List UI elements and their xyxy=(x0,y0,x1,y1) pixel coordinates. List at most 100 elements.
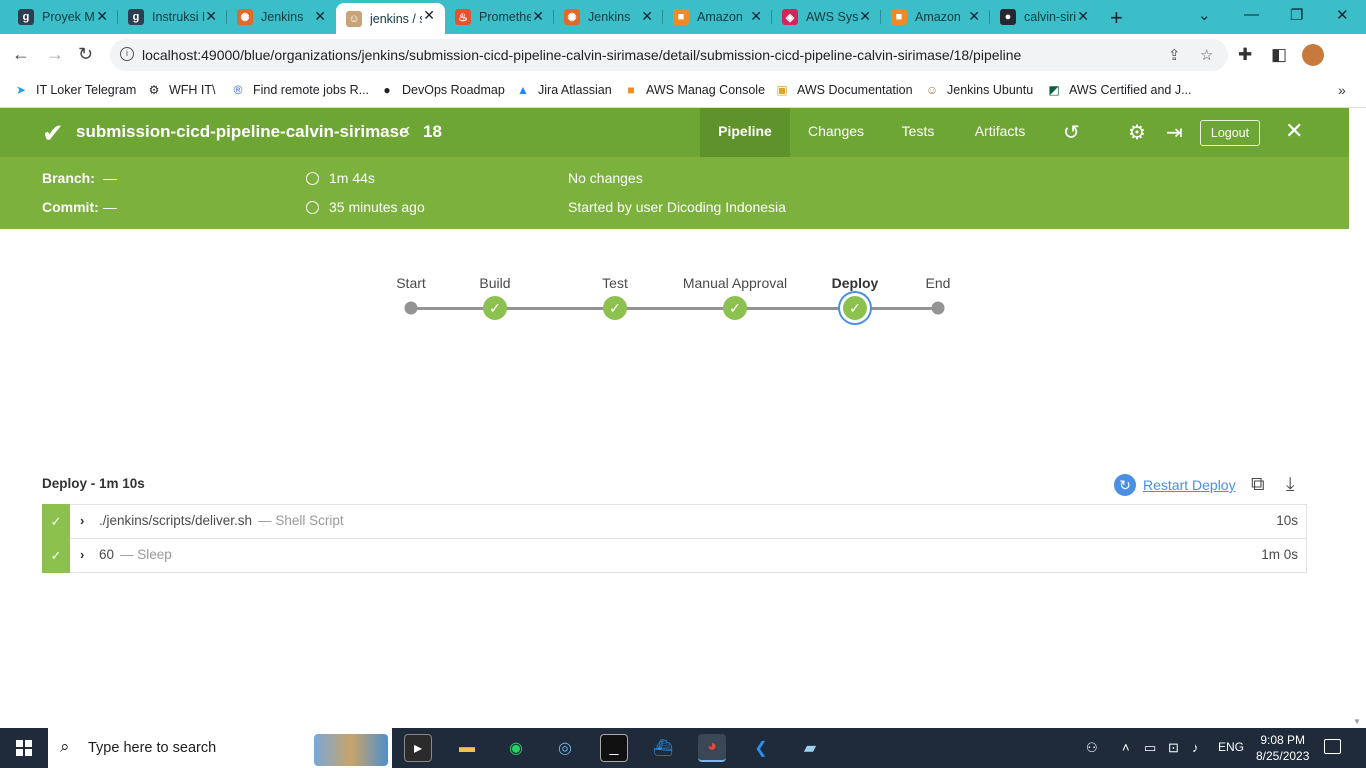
bookmark-label: Find remote jobs R... xyxy=(253,83,370,97)
notification-icon[interactable] xyxy=(1324,739,1341,754)
browser-tab[interactable]: g Instruksi Proyek ✕ xyxy=(118,4,227,30)
tab-pipeline[interactable]: Pipeline xyxy=(700,108,790,157)
bookmark-item[interactable]: ☺ Jenkins Ubuntu xyxy=(925,83,1033,97)
stage-node-manual-approval[interactable]: ✓ xyxy=(723,296,747,320)
bookmark-item[interactable]: ▣ AWS Documentation xyxy=(775,83,912,97)
stage-label-deploy[interactable]: Deploy xyxy=(832,275,879,291)
stage-label-manual-approval[interactable]: Manual Approval xyxy=(683,275,787,291)
browser-tab-active[interactable]: ☺ jenkins / submission ✕ xyxy=(336,3,445,34)
bookmark-item[interactable]: ■ AWS Manag Console xyxy=(624,83,765,97)
taskbar-search[interactable]: ⌕ Type here to search xyxy=(48,728,392,768)
stage-label-test[interactable]: Test xyxy=(602,275,628,291)
telegram-icon: ➤ xyxy=(15,83,27,97)
browser-tab[interactable]: g Proyek Membangun CI/CD ✕ xyxy=(8,4,118,30)
open-external-icon[interactable]: ⧉ xyxy=(1251,474,1265,496)
pipeline-name[interactable]: submission-cicd-pipeline-calvin-sirimase xyxy=(76,122,409,142)
site-info-icon[interactable]: i xyxy=(120,47,134,61)
back-icon[interactable]: ← xyxy=(12,44,30,65)
stage-node-end xyxy=(931,301,945,315)
volume-icon[interactable]: ♪ xyxy=(1192,740,1199,755)
tab-tests[interactable]: Tests xyxy=(888,108,948,157)
close-tab-icon[interactable]: ✕ xyxy=(96,8,108,25)
bookmark-item[interactable]: ◩ AWS Certified and J... xyxy=(1047,83,1191,97)
minimize-icon[interactable]: — xyxy=(1244,6,1259,23)
close-tab-icon[interactable]: ✕ xyxy=(205,8,217,25)
browser-tab[interactable]: ◈ AWS Systems ✕ xyxy=(772,4,881,30)
profile-avatar[interactable] xyxy=(1302,44,1324,66)
chevron-right-icon[interactable]: › xyxy=(80,547,84,562)
exit-classic-icon[interactable]: ⇥ xyxy=(1166,120,1183,145)
cmd-icon[interactable]: _ xyxy=(600,734,628,762)
whatsapp-icon[interactable]: ◉ xyxy=(502,734,530,762)
url-text[interactable]: localhost:49000/blue/organizations/jenki… xyxy=(142,47,1021,63)
language-indicator[interactable]: ENG xyxy=(1218,740,1244,754)
taskbar-clock[interactable]: 9:08 PM 8/25/2023 xyxy=(1256,732,1309,764)
side-panel-icon[interactable]: ◧ xyxy=(1271,45,1287,65)
close-icon[interactable]: ✕ xyxy=(1285,118,1303,144)
page-scrollbar[interactable]: ▼ xyxy=(1349,108,1366,728)
bookmark-item[interactable]: ➤ IT Loker Telegram xyxy=(14,83,136,97)
chevron-right-icon[interactable]: › xyxy=(80,513,84,528)
bookmark-item[interactable]: ▲ Jira Atlassian xyxy=(516,83,612,97)
restore-icon[interactable]: ❐ xyxy=(1290,6,1303,24)
bookmark-star-icon[interactable]: ☆ xyxy=(1200,46,1213,64)
stage-node-deploy[interactable]: ✓ xyxy=(843,296,867,320)
close-tab-icon[interactable]: ✕ xyxy=(532,8,544,25)
step-name: ./jenkins/scripts/deliver.sh — Shell Scri… xyxy=(99,513,344,528)
windows-start-icon[interactable] xyxy=(16,740,32,756)
bookmark-item[interactable]: ⚙ WFH IT\ xyxy=(147,83,216,97)
close-tab-icon[interactable]: ✕ xyxy=(1077,8,1089,25)
network-icon[interactable]: ▭ xyxy=(1144,740,1156,756)
network-app-icon[interactable]: ◎ xyxy=(551,734,579,762)
people-icon[interactable]: ⚇ xyxy=(1086,740,1098,756)
close-tab-icon[interactable]: ✕ xyxy=(859,8,871,25)
close-tab-icon[interactable]: ✕ xyxy=(641,8,653,25)
tray-chevron-icon[interactable]: ˄ xyxy=(1122,740,1130,755)
share-icon[interactable]: ⇪ xyxy=(1168,46,1181,64)
gear-icon[interactable]: ⚙ xyxy=(1128,120,1146,145)
address-bar[interactable]: i localhost:49000/blue/organizations/jen… xyxy=(110,39,1228,71)
step-row[interactable]: ✓ › 60 — Sleep 1m 0s xyxy=(42,538,1307,573)
download-icon[interactable]: ⤓ xyxy=(1286,474,1294,496)
bookmarks-overflow-icon[interactable]: » xyxy=(1338,82,1346,98)
restart-stage-button[interactable]: ↻ Restart Deploy xyxy=(1114,474,1236,496)
step-row[interactable]: ✓ › ./jenkins/scripts/deliver.sh — Shell … xyxy=(42,504,1307,539)
close-tab-icon[interactable]: ✕ xyxy=(314,8,326,25)
stage-label-build[interactable]: Build xyxy=(479,275,510,291)
new-tab-button[interactable]: + xyxy=(1110,5,1123,31)
close-tab-icon[interactable]: ✕ xyxy=(750,8,762,25)
forward-icon[interactable]: → xyxy=(46,44,64,65)
close-tab-icon[interactable]: ✕ xyxy=(968,8,980,25)
tab-artifacts[interactable]: Artifacts xyxy=(962,108,1038,157)
stage-node-test[interactable]: ✓ xyxy=(603,296,627,320)
chrome-icon[interactable]: ◕ xyxy=(698,734,726,762)
browser-tab[interactable]: ● calvin-sirimase ✕ xyxy=(990,4,1099,30)
stage-node-build[interactable]: ✓ xyxy=(483,296,507,320)
extensions-icon[interactable]: ✚ xyxy=(1238,45,1252,65)
docker-icon[interactable]: ⛴ xyxy=(649,734,677,762)
battery-icon[interactable]: ⊡ xyxy=(1168,740,1179,756)
bookmark-item[interactable]: ● DevOps Roadmap xyxy=(380,83,504,97)
browser-tab[interactable]: ✺ Jenkins ✕ xyxy=(227,4,336,30)
notes-app-icon[interactable]: ▰ xyxy=(796,734,824,762)
browser-tab[interactable]: ♨ Prometheus ✕ xyxy=(445,4,554,30)
rerun-icon[interactable]: ↺ xyxy=(1063,120,1080,145)
browser-tab[interactable]: ■ Amazon ✕ xyxy=(881,4,990,30)
file-explorer-icon[interactable]: ▬ xyxy=(453,734,481,762)
browser-tab[interactable]: ■ Amazon ✕ xyxy=(663,4,772,30)
tab-title: Amazon xyxy=(915,10,961,24)
terminal-icon[interactable]: ▸ xyxy=(404,734,432,762)
bookmark-item[interactable]: ® Find remote jobs R... xyxy=(231,83,369,97)
clock-time: 9:08 PM xyxy=(1260,733,1306,747)
close-window-icon[interactable]: ✕ xyxy=(1336,6,1349,24)
reload-icon[interactable]: ↻ xyxy=(78,44,93,65)
close-tab-icon[interactable]: ✕ xyxy=(423,7,435,24)
scroll-down-icon[interactable]: ▼ xyxy=(1353,717,1361,726)
tab-changes[interactable]: Changes xyxy=(796,108,876,157)
restart-stage-label[interactable]: Restart Deploy xyxy=(1143,477,1236,493)
tab-search-icon[interactable]: ⌄ xyxy=(1198,6,1211,24)
stage-detail-title: Deploy - 1m 10s xyxy=(42,476,145,491)
browser-tab[interactable]: ✺ Jenkins ✕ xyxy=(554,4,663,30)
logout-button[interactable]: Logout xyxy=(1200,120,1260,146)
vscode-icon[interactable]: ❮ xyxy=(747,734,775,762)
